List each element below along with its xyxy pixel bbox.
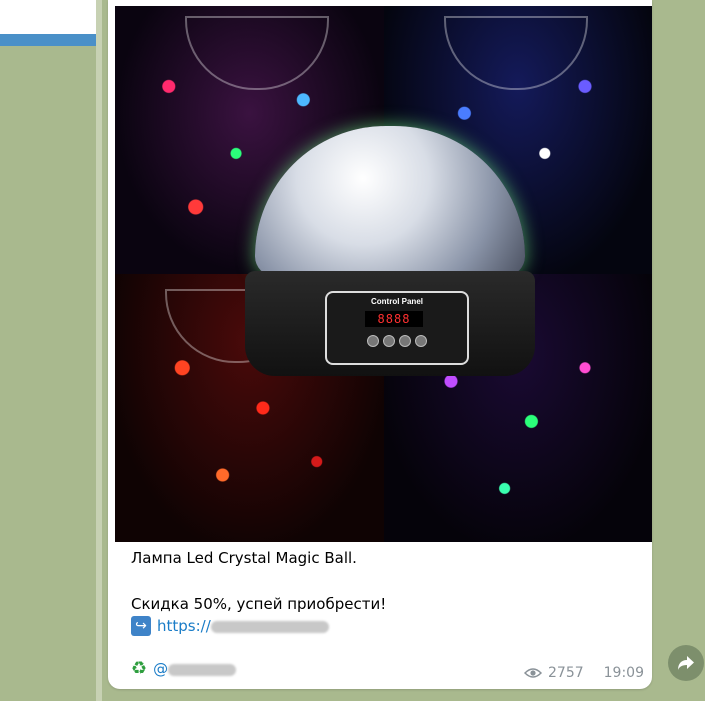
crystal-dome [255,126,525,276]
message-photo[interactable]: Control Panel 8888 [115,6,652,542]
message-promo-line: Скидка 50%, успей приобрести! [131,595,387,613]
message-title-line: Лампа Led Crystal Magic Ball. [131,549,357,567]
control-panel-label: Control Panel [370,297,423,306]
disco-ball-lamp: Control Panel 8888 [245,126,535,386]
share-icon [678,656,694,670]
panel-divider [96,0,102,701]
control-panel: Control Panel 8888 [325,291,469,365]
panel-button [367,335,379,347]
view-count: 2757 [548,665,584,681]
channel-handle[interactable]: @ [153,660,237,678]
product-link-prefix: https:// [157,617,211,635]
eye-icon [524,668,542,678]
dome-reflection [443,16,588,90]
product-link[interactable]: https:// [157,617,329,635]
panel-button [415,335,427,347]
product-link-row[interactable]: ↪ https:// [131,615,329,637]
return-arrow-icon: ↪ [131,616,151,636]
message-bubble[interactable]: Control Panel 8888 [108,0,652,689]
dome-reflection [185,16,329,90]
panel-button [383,335,395,347]
message-meta: 2757 19:09 [524,665,644,681]
redacted-handle [168,663,237,676]
recycle-icon: ♻ [131,658,148,679]
message-time: 19:09 [603,665,644,681]
panel-button [399,335,411,347]
share-button[interactable] [668,645,704,681]
led-display: 8888 [365,311,423,327]
chat-list-panel [0,0,96,46]
channel-handle-row[interactable]: ♻ @ [131,658,237,680]
redacted-link [210,620,329,633]
selected-chat-highlight[interactable] [0,34,96,46]
channel-handle-prefix: @ [153,660,169,678]
